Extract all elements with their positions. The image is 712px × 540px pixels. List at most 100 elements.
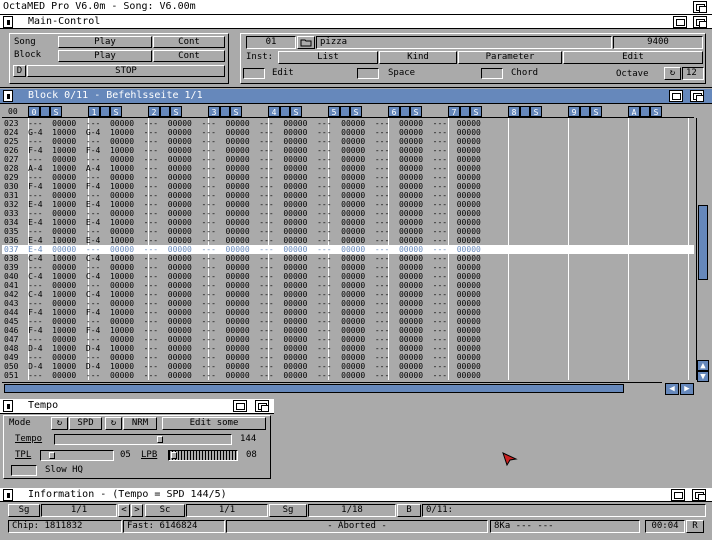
track-number-9[interactable]: 9 [568,106,580,117]
pattern-row[interactable]: 028 A-4 10000 A-4 10000 --- 00000 --- 00… [2,164,694,173]
pattern-row[interactable]: 037 E-4 00000 --- 00000 --- 00000 --- 00… [2,245,694,254]
pattern-row[interactable]: 048 D-4 10000 D-4 10000 --- 00000 --- 00… [2,344,694,353]
pattern-row[interactable]: 036 E-4 10000 E-4 10000 --- 00000 --- 00… [2,236,694,245]
lpb-slider[interactable] [168,450,238,461]
tempo-titlebar[interactable]: Tempo [0,399,274,414]
sg2-button[interactable]: Sg [269,504,307,517]
close-icon[interactable] [3,90,13,102]
close-icon[interactable] [3,400,13,412]
track-mute-toggle[interactable] [520,106,530,117]
song-play-button[interactable]: Play [58,36,152,48]
list-button[interactable]: List [278,51,378,64]
depth-icon[interactable] [692,489,706,501]
mode-cycle-icon[interactable]: ↻ [51,417,68,430]
track-mute-toggle[interactable] [400,106,410,117]
pattern-row[interactable]: 038 C-4 10000 C-4 10000 --- 00000 --- 00… [2,254,694,263]
pattern-row[interactable]: 043 --- 00000 --- 00000 --- 00000 --- 00… [2,299,694,308]
song-cont-button[interactable]: Cont [153,36,225,48]
track-mute-toggle[interactable] [100,106,110,117]
track-solo-button[interactable]: S [50,106,62,117]
pattern-row[interactable]: 023 --- 00000 --- 00000 --- 00000 --- 00… [2,119,694,128]
r-button[interactable]: R [686,520,704,533]
pattern-row[interactable]: 029 --- 00000 --- 00000 --- 00000 --- 00… [2,173,694,182]
track-number-6[interactable]: 6 [388,106,400,117]
block-window-titlebar[interactable]: Block 0/11 - Befehlsseite 1/1 [0,89,712,104]
nrm-button[interactable]: NRM [123,417,157,430]
screen-depth-icon[interactable] [693,1,707,13]
slow-hq-checkbox[interactable] [11,465,37,476]
sc-button[interactable]: Sc [145,504,185,517]
instrument-name-field[interactable]: pizza [316,36,612,49]
main-control-titlebar[interactable]: Main-Control [0,15,712,29]
pattern-row[interactable]: 049 --- 00000 --- 00000 --- 00000 --- 00… [2,353,694,362]
folder-icon[interactable] [297,36,315,49]
chord-checkbox[interactable] [481,68,503,79]
pattern-row[interactable]: 050 D-4 10000 D-4 10000 --- 00000 --- 00… [2,362,694,371]
edit-button[interactable]: Edit [563,51,703,64]
scroll-down-icon[interactable]: ▼ [697,371,709,382]
edit-some-button[interactable]: Edit some [162,417,266,430]
kind-button[interactable]: Kind [379,51,457,64]
track-mute-toggle[interactable] [160,106,170,117]
pattern-row[interactable]: 040 C-4 10000 C-4 10000 --- 00000 --- 00… [2,272,694,281]
parameter-button[interactable]: Parameter [458,51,562,64]
track-number-7[interactable]: 7 [448,106,460,117]
zoom-icon[interactable] [233,400,247,412]
pattern-row[interactable]: 035 --- 00000 --- 00000 --- 00000 --- 00… [2,227,694,236]
track-mute-toggle[interactable] [580,106,590,117]
d-button[interactable]: D [13,65,26,77]
close-icon[interactable] [3,489,13,501]
sg-button[interactable]: Sg [8,504,40,517]
pattern-row[interactable]: 047 --- 00000 --- 00000 --- 00000 --- 00… [2,335,694,344]
pattern-row[interactable]: 039 --- 00000 --- 00000 --- 00000 --- 00… [2,263,694,272]
tempo-slider-knob[interactable] [157,436,163,443]
vertical-scroll-knob[interactable] [698,205,708,280]
pattern-row[interactable]: 041 --- 00000 --- 00000 --- 00000 --- 00… [2,281,694,290]
depth-icon[interactable] [690,90,704,102]
track-solo-button[interactable]: S [110,106,122,117]
track-mute-toggle[interactable] [340,106,350,117]
track-mute-toggle[interactable] [40,106,50,117]
pattern-row[interactable]: 030 F-4 10000 F-4 10000 --- 00000 --- 00… [2,182,694,191]
space-checkbox[interactable] [357,68,379,79]
track-solo-button[interactable]: S [470,106,482,117]
scroll-left-icon[interactable]: ◀ [665,383,679,395]
track-solo-button[interactable]: S [530,106,542,117]
horizontal-scroll-knob[interactable] [4,384,624,393]
spd-button[interactable]: SPD [69,417,102,430]
pattern-row[interactable]: 033 --- 00000 --- 00000 --- 00000 --- 00… [2,209,694,218]
stop-button[interactable]: STOP [27,65,225,77]
instrument-value-field[interactable]: 9400 [613,36,703,49]
track-solo-button[interactable]: S [230,106,242,117]
track-mute-toggle[interactable] [640,106,650,117]
track-solo-button[interactable]: S [650,106,662,117]
track-solo-button[interactable]: S [350,106,362,117]
b-button[interactable]: B [397,504,421,517]
pattern-row[interactable]: 045 --- 00000 --- 00000 --- 00000 --- 00… [2,317,694,326]
tpl-slider[interactable] [40,450,114,461]
pattern-row[interactable]: 026 F-4 10000 F-4 10000 --- 00000 --- 00… [2,146,694,155]
scroll-right-icon[interactable]: ▶ [680,383,694,395]
prev-icon[interactable]: < [118,504,130,517]
pattern-grid[interactable]: 023 --- 00000 --- 00000 --- 00000 --- 00… [2,118,694,380]
nrm-cycle-icon[interactable]: ↻ [105,417,122,430]
track-number-5[interactable]: 5 [328,106,340,117]
pattern-row[interactable]: 044 F-4 10000 F-4 10000 --- 00000 --- 00… [2,308,694,317]
track-number-A[interactable]: A [628,106,640,117]
pattern-row[interactable]: 027 --- 00000 --- 00000 --- 00000 --- 00… [2,155,694,164]
track-number-2[interactable]: 2 [148,106,160,117]
track-number-3[interactable]: 3 [208,106,220,117]
tpl-slider-knob[interactable] [49,452,55,459]
track-mute-toggle[interactable] [280,106,290,117]
track-number-8[interactable]: 8 [508,106,520,117]
pattern-row[interactable]: 031 --- 00000 --- 00000 --- 00000 --- 00… [2,191,694,200]
pattern-row[interactable]: 051 --- 00000 --- 00000 --- 00000 --- 00… [2,371,694,380]
edit-checkbox[interactable] [243,68,265,79]
track-mute-toggle[interactable] [220,106,230,117]
pattern-row[interactable]: 042 C-4 10000 C-4 10000 --- 00000 --- 00… [2,290,694,299]
block-cont-button[interactable]: Cont [153,50,225,62]
pattern-row[interactable]: 025 --- 00000 --- 00000 --- 00000 --- 00… [2,137,694,146]
track-number-1[interactable]: 1 [88,106,100,117]
pattern-row[interactable]: 046 F-4 10000 F-4 10000 --- 00000 --- 00… [2,326,694,335]
depth-icon[interactable] [255,400,269,412]
